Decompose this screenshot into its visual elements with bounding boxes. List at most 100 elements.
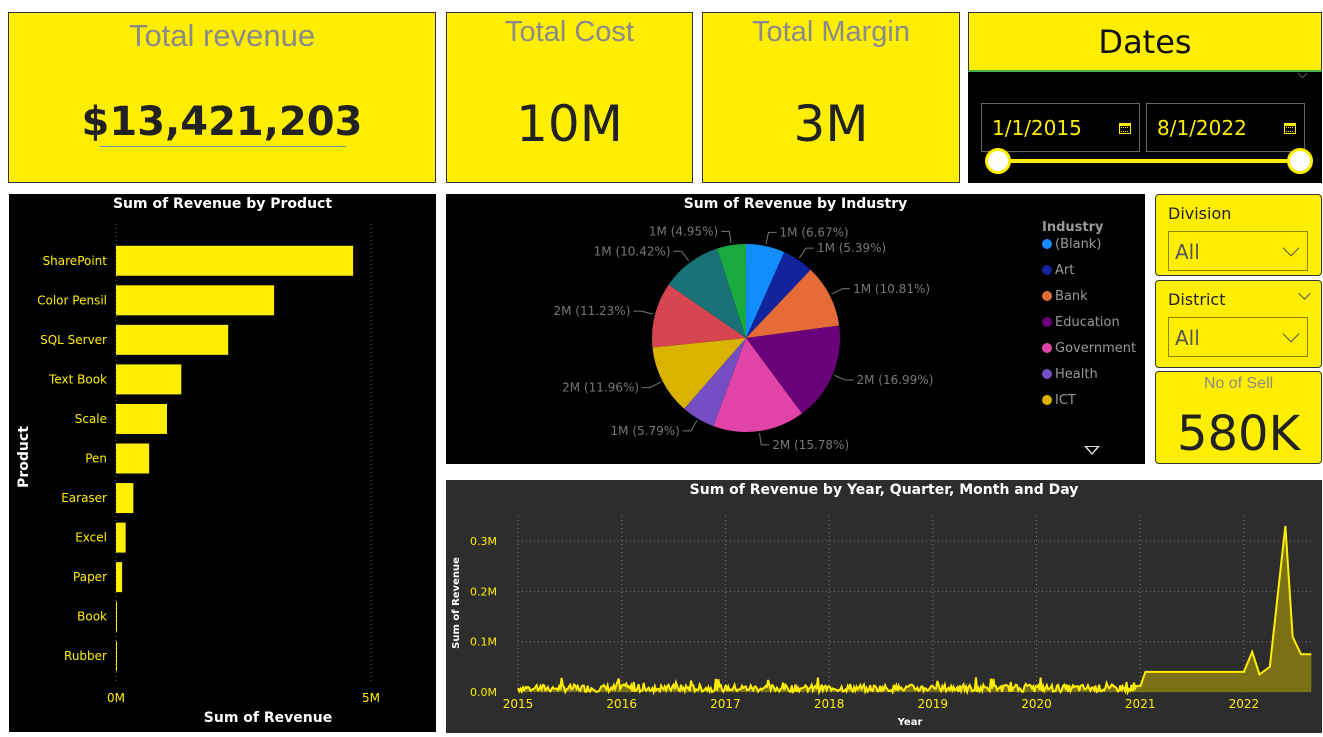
calendar-icon[interactable] bbox=[1284, 123, 1296, 134]
bar bbox=[116, 245, 354, 276]
bar-category-label: Text Book bbox=[48, 372, 107, 386]
legend-dot bbox=[1042, 369, 1052, 379]
x-tick-label: 0M bbox=[107, 691, 125, 705]
district-slicer[interactable]: District All bbox=[1155, 280, 1322, 368]
y-tick-label: 0.0M bbox=[470, 686, 497, 699]
pie-legend-item[interactable]: (Blank) bbox=[1042, 237, 1101, 252]
dates-header: Dates bbox=[968, 12, 1322, 72]
pie-legend-item[interactable]: Education bbox=[1042, 315, 1120, 330]
revenue-line bbox=[517, 525, 1312, 696]
bar bbox=[116, 403, 167, 434]
x-axis-label: Sum of Revenue bbox=[204, 710, 332, 726]
chevron-down-icon bbox=[1282, 325, 1300, 343]
calendar-icon[interactable] bbox=[1119, 123, 1131, 134]
pie-data-label: 1M (5.39%) bbox=[817, 241, 886, 255]
x-axis-label: Year bbox=[897, 717, 923, 728]
no-of-sell-card[interactable]: No of Sell 580K bbox=[1155, 371, 1322, 464]
legend-dot bbox=[1042, 239, 1052, 249]
bar-category-label: Excel bbox=[75, 531, 107, 545]
total-margin-card[interactable]: Total Margin 3M bbox=[702, 12, 960, 183]
legend-label: Government bbox=[1055, 341, 1137, 356]
x-tick-label: 2021 bbox=[1125, 697, 1156, 711]
pie-data-label: 2M (16.99%) bbox=[856, 373, 933, 387]
pie-legend-item[interactable]: ICT bbox=[1042, 393, 1076, 408]
total-cost-card[interactable]: Total Cost 10M bbox=[446, 12, 693, 183]
legend-scroll-down-inner bbox=[1087, 447, 1097, 453]
bar-chart-svg: SharePoint Color Pensil SQL Server Text Boo… bbox=[16, 224, 380, 726]
pie-leader-line bbox=[682, 420, 698, 432]
bar-category-label: Color Pensil bbox=[37, 293, 107, 307]
district-dropdown[interactable]: All bbox=[1168, 317, 1308, 357]
legend-label: ICT bbox=[1055, 393, 1076, 408]
pie-legend-item[interactable]: Government bbox=[1042, 341, 1136, 356]
no-of-sell-value: 580K bbox=[1176, 406, 1301, 462]
legend-label: Art bbox=[1055, 263, 1075, 278]
revenue-over-time-chart[interactable]: Sum of Revenue by Year, Quarter, Month a… bbox=[446, 480, 1322, 733]
division-slicer[interactable]: Division All bbox=[1155, 194, 1322, 276]
division-slicer-title: Division bbox=[1168, 204, 1232, 223]
pie-legend-item[interactable]: Health bbox=[1042, 367, 1098, 382]
pie-leader-line bbox=[831, 288, 851, 295]
y-axis-label: Product bbox=[16, 426, 32, 488]
x-tick-label: 2022 bbox=[1229, 697, 1260, 711]
bar bbox=[116, 601, 118, 632]
y-tick-label: 0.3M bbox=[470, 535, 497, 548]
pie-leader-line bbox=[759, 432, 770, 446]
pie-data-label: 1M (4.95%) bbox=[649, 224, 718, 238]
legend-dot bbox=[1042, 317, 1052, 327]
bar-category-label: Pen bbox=[85, 452, 107, 466]
x-tick-label: 2018 bbox=[814, 697, 845, 711]
pie-data-label: 2M (15.78%) bbox=[772, 438, 849, 452]
end-date-input[interactable]: 8/1/2022 bbox=[1146, 103, 1305, 152]
start-date-input[interactable]: 1/1/2015 bbox=[981, 103, 1140, 152]
total-revenue-card[interactable]: Total revenue $13,421,203 bbox=[8, 12, 436, 183]
revenue-by-product-chart[interactable]: Sum of Revenue by Product SharePoint Colo… bbox=[9, 194, 436, 732]
legend-dot bbox=[1042, 291, 1052, 301]
legend-dot bbox=[1042, 343, 1052, 353]
bar-category-label: Earaser bbox=[61, 491, 107, 505]
total-margin-value: 3M bbox=[793, 95, 869, 153]
bar bbox=[116, 483, 134, 514]
bar-category-label: Scale bbox=[75, 412, 107, 426]
pie-data-label: 1M (5.79%) bbox=[611, 424, 680, 438]
end-date-value: 8/1/2022 bbox=[1157, 116, 1247, 140]
total-revenue-underline bbox=[100, 146, 346, 147]
start-date-value: 1/1/2015 bbox=[992, 116, 1082, 140]
legend-dot bbox=[1042, 395, 1052, 405]
date-range-track[interactable] bbox=[998, 159, 1298, 163]
y-tick-label: 0.1M bbox=[470, 636, 497, 649]
district-collapse-chevron-icon[interactable] bbox=[1298, 287, 1311, 300]
legend-dot bbox=[1042, 265, 1052, 275]
pie-data-label: 2M (11.96%) bbox=[562, 381, 639, 395]
y-tick-label: 0.2M bbox=[470, 585, 497, 598]
total-cost-value: 10M bbox=[516, 95, 623, 153]
dates-title: Dates bbox=[1098, 23, 1192, 61]
x-tick-label: 2017 bbox=[710, 697, 741, 711]
x-tick-label: 2020 bbox=[1021, 697, 1052, 711]
revenue-by-industry-chart[interactable]: Sum of Revenue by Industry 1M (6.67%) 1M … bbox=[446, 194, 1145, 464]
division-dropdown[interactable]: All bbox=[1168, 231, 1308, 271]
line-chart-svg: 0.0M 0.1M 0.2M 0.3M 2015 2016 2017 2018 2019 2020… bbox=[451, 516, 1312, 728]
dates-slicer[interactable]: Dates 1/1/2015 8/1/2022 bbox=[968, 12, 1322, 183]
pie-data-label: 1M (10.81%) bbox=[853, 282, 930, 296]
legend-label: (Blank) bbox=[1055, 237, 1102, 252]
bar-category-label: Book bbox=[77, 610, 107, 624]
pie-legend-item[interactable]: Bank bbox=[1042, 289, 1088, 304]
total-revenue-title: Total revenue bbox=[128, 18, 316, 53]
bar bbox=[116, 522, 126, 553]
bar bbox=[116, 641, 117, 672]
pie-legend-item[interactable]: Art bbox=[1042, 263, 1074, 278]
legend-label: Bank bbox=[1055, 289, 1088, 304]
total-revenue-value: $13,421,203 bbox=[81, 99, 363, 145]
bar bbox=[116, 364, 182, 395]
date-range-end-handle[interactable] bbox=[1287, 148, 1313, 174]
x-tick-label: 2019 bbox=[918, 697, 949, 711]
date-range-start-handle[interactable] bbox=[985, 148, 1011, 174]
district-dropdown-value: All bbox=[1175, 326, 1200, 350]
no-of-sell-title: No of Sell bbox=[1203, 375, 1274, 392]
pie-chart-svg: 1M (6.67%) 1M (5.39%) 1M (10.81%) 2M (16.99… bbox=[553, 224, 933, 452]
bar bbox=[116, 324, 229, 355]
bar bbox=[116, 562, 123, 593]
bar bbox=[116, 285, 275, 316]
bar-category-label: Rubber bbox=[64, 649, 107, 663]
